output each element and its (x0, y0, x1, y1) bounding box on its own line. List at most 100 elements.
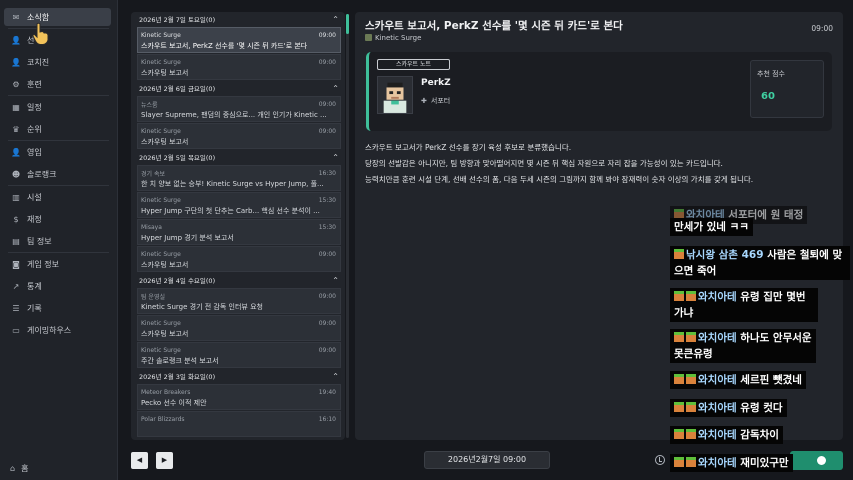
clock-icon[interactable] (655, 455, 665, 465)
chat-badge-icon (686, 374, 696, 384)
sidebar-item-gaming-house[interactable]: ▭ 게이밍하우스 (4, 321, 111, 339)
day-header[interactable]: 2026년 2월 4일 수요일(0) ⌃ (131, 273, 345, 287)
building-icon: ▥ (12, 192, 20, 202)
team-info-icon: ▤ (12, 236, 20, 246)
chat-badge-icon (686, 429, 696, 439)
sidebar-item-label: 영입 (27, 147, 42, 157)
inbox-item[interactable]: Kinetic Surge 09:00 스카우팅 보고서 (137, 123, 341, 149)
chat-message: 와치아테 유령 집만 몇번가냐 (670, 288, 818, 322)
gaming-house-icon: ▭ (12, 325, 20, 335)
inbox-item[interactable]: Kinetic Surge 15:30 Hyper Jump 구단의 첫 단추는 C… (137, 192, 341, 218)
inbox-scrollbar[interactable] (346, 14, 349, 438)
inbox-list: 2026년 2월 7일 토요일(0) ⌃ Kinetic Surge 09:00 스카… (131, 12, 345, 440)
inbox-item[interactable]: 경기 속보 16:30 한 치 양보 없는 승부! Kinetic Surge vs… (137, 165, 341, 191)
mail-icon: ✉ (12, 12, 20, 22)
sidebar-item-label: 솔로랭크 (27, 169, 57, 179)
chevron-up-icon: ⌃ (332, 371, 339, 381)
sidebar-item-label: 기록 (27, 303, 42, 313)
sidebar-item-game-info[interactable]: ◙ 게임 정보 (4, 255, 111, 273)
sidebar-item-coaches[interactable]: 👤 코치진 (4, 53, 111, 71)
stats-icon: ↗ (12, 281, 20, 291)
chat-message: 와치아테 하나도 안무서운 못큰유령 (670, 329, 816, 363)
inbox-scrollbar-thumb[interactable] (346, 14, 349, 34)
chat-badge-icon (686, 332, 696, 342)
records-icon: ☰ (12, 303, 20, 313)
sidebar-item-schedule[interactable]: ▦ 일정 (4, 98, 111, 116)
inbox-item[interactable]: Kinetic Surge 09:00 스카우트 보고서, PerkZ 선수를 '몇… (137, 27, 341, 53)
sidebar-item-label: 순위 (27, 124, 42, 134)
sidebar-item-standings[interactable]: ♛ 순위 (4, 120, 111, 138)
chevron-up-icon: ⌃ (332, 83, 339, 93)
home-label: 홈 (21, 464, 29, 473)
inbox-item[interactable]: Kinetic Surge 09:00 스카우팅 보고서 (137, 246, 341, 272)
sidebar-item-team-info[interactable]: ▤ 팀 정보 (4, 232, 111, 250)
sidebar-item-label: 게이밍하우스 (27, 325, 72, 335)
sidebar-item-label: 팀 정보 (27, 236, 52, 246)
chat-message: 낚시왕 삼촌 469 사람은 철퇴에 맞으면 죽어 (670, 246, 850, 280)
sidebar-item-finance[interactable]: $ 재정 (4, 210, 111, 228)
message-sender: Kinetic Surge (365, 34, 421, 42)
sidebar-item-label: 게임 정보 (27, 259, 59, 269)
sidebar-item-label: 통계 (27, 281, 42, 291)
chat-message: 와치아테 유령 컷다 (670, 399, 787, 417)
sidebar-item-training[interactable]: ⚙ 훈련 (4, 75, 111, 93)
chevron-up-icon: ⌃ (332, 14, 339, 24)
chevron-up-icon: ⌃ (332, 275, 339, 285)
inbox-item[interactable]: Misaya 15:30 Hyper Jump 경기 분석 보고서 (137, 219, 341, 245)
advance-date-button[interactable]: 2026년2월7일 09:00 (424, 451, 550, 469)
chat-message: 와치아테 감독차이 (670, 426, 783, 444)
inbox-item[interactable]: 팀 운영실 09:00 Kinetic Surge 경기 전 감독 인터뷰 요청 (137, 288, 341, 314)
sidebar-item-inbox[interactable]: ✉ 소식함 (4, 8, 111, 26)
chat-overlay: 와치아테 서포터에 원 태정 만세가 있네 ㅋㅋ 낚시왕 삼촌 469 사람은 … (668, 0, 853, 480)
chat-badge-icon (686, 457, 696, 467)
day-header[interactable]: 2026년 2월 3일 화요일(0) ⌃ (131, 369, 345, 383)
chat-badge-icon (686, 402, 696, 412)
chat-badge-icon (674, 429, 684, 439)
sidebar-item-home[interactable]: ⌂ 홈 (10, 463, 28, 474)
training-icon: ⚙ (12, 79, 20, 89)
inbox-item[interactable]: Kinetic Surge 09:00 주간 솔로랭크 분석 보고서 (137, 342, 341, 368)
sidebar-item-label: 소식함 (27, 12, 50, 22)
sidebar-item-solorank[interactable]: ☻ 솔로랭크 (4, 165, 111, 183)
inbox-item[interactable]: Kinetic Surge 09:00 스카우팅 보고서 (137, 54, 341, 80)
recruit-icon: 👤 (11, 147, 21, 157)
sidebar-item-label: 훈련 (27, 79, 42, 89)
support-role-icon: ✚ (421, 97, 427, 105)
chat-badge-icon (686, 291, 696, 301)
sidebar-item-stats[interactable]: ↗ 통계 (4, 277, 111, 295)
day-header[interactable]: 2026년 2월 5일 목요일(0) ⌃ (131, 150, 345, 164)
chat-message: 와치아테 세르핀 뺏겼네 (670, 371, 806, 389)
sidebar-item-players[interactable]: 👤 선수 (4, 31, 111, 49)
chat-badge-icon (674, 374, 684, 384)
sidebar-item-label: 시설 (27, 192, 42, 202)
trophy-icon: ♛ (12, 124, 20, 134)
message-title: 스카우트 보고서, PerkZ 선수를 '몇 시즌 뒤 카드'로 본다 (365, 20, 623, 32)
day-header[interactable]: 2026년 2월 6일 금요일(0) ⌃ (131, 81, 345, 95)
chevron-up-icon: ⌃ (332, 152, 339, 162)
sidebar-item-records[interactable]: ☰ 기록 (4, 299, 111, 317)
team-logo-icon (365, 34, 372, 41)
sidebar-item-facilities[interactable]: ▥ 시설 (4, 188, 111, 206)
hand-cursor-icon (32, 22, 49, 45)
home-icon: ⌂ (10, 464, 16, 473)
player-name[interactable]: PerkZ (421, 78, 451, 88)
solorank-icon: ☻ (11, 169, 21, 179)
player-avatar[interactable] (377, 76, 413, 114)
inbox-item[interactable]: 뉴스룸 09:00 Slayer Supreme, 팬덤의 중심으로... 개인 인… (137, 96, 341, 122)
chat-message: 만세가 있네 ㅋㅋ (670, 218, 753, 236)
next-button[interactable]: ▶ (156, 452, 173, 469)
finance-icon: $ (13, 214, 19, 224)
inbox-item[interactable]: Meteor Breakers 19:40 Pecko 선수 이적 제안 (137, 384, 341, 410)
player-role: ✚ 서포터 (421, 97, 451, 105)
chat-badge-icon (674, 249, 684, 259)
sidebar-item-label: 재정 (27, 214, 42, 224)
gamepad-icon: ◙ (12, 259, 20, 269)
day-header[interactable]: 2026년 2월 7일 토요일(0) ⌃ (131, 12, 345, 26)
chat-badge-icon (674, 291, 684, 301)
inbox-item[interactable]: Kinetic Surge 09:00 스카우팅 보고서 (137, 315, 341, 341)
sidebar-item-recruit[interactable]: 👤 영입 (4, 143, 111, 161)
inbox-item[interactable]: Polar Blizzards 16:10 (137, 411, 341, 437)
sidebar: ✉ 소식함 👤 선수 👤 코치진 ⚙ 훈련 ▦ 일정 ♛ 순위 👤 영입 ☻ 솔로랭크 ▥ 시설 … (0, 0, 118, 480)
calendar-icon: ▦ (12, 102, 20, 112)
prev-button[interactable]: ◀ (131, 452, 148, 469)
